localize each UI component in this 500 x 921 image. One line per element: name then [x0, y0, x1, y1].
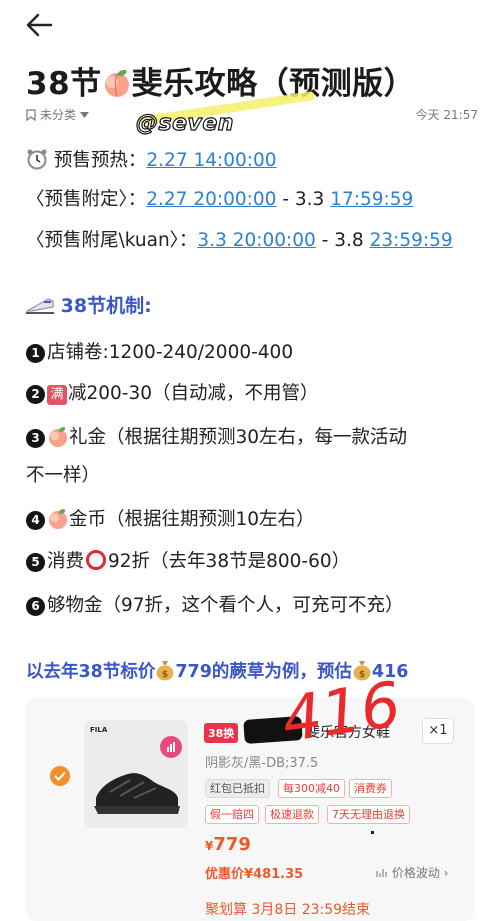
- tag-return-policy: 7天无理由退换: [327, 805, 410, 824]
- deposit-line: 〈预售附定〉：2.27 20:00:00 - 3.3 17:59:59: [26, 185, 413, 211]
- red-circle-icon: [86, 550, 107, 570]
- brand-logo: FILA: [90, 726, 108, 734]
- tag-coupon: 消费券: [349, 779, 392, 798]
- promo-price: 优惠价¥481.35: [205, 867, 304, 882]
- final-separator: - 3.8: [315, 230, 370, 251]
- selected-check-icon[interactable]: [50, 766, 70, 786]
- juhuasuan-deadline: 聚划算 3月8日 23:59结束: [205, 902, 371, 918]
- mechanism-item-text: 店铺卷:1200-240/2000-400: [47, 342, 294, 363]
- alarm-clock-icon: [27, 149, 47, 170]
- mechanism-item-3: 3 礼金（根据往期预测30左右，每一款活动: [26, 423, 407, 449]
- final-label: 〈预售附尾\kuan〉：: [26, 230, 198, 251]
- mechanism-item-text: 礼金（根据往期预测30左右，每一款活动: [69, 427, 408, 448]
- mechanism-item-4: 4 金币（根据往期预测10左右）: [26, 505, 315, 531]
- deposit-end-link[interactable]: 17:59:59: [330, 189, 413, 210]
- category-label: 未分类: [40, 108, 77, 122]
- number-badge: 4: [26, 511, 45, 530]
- product-price: ¥779: [205, 834, 251, 855]
- mechanism-item-2: 2 满减200-30（自动减，不用管）: [26, 379, 319, 405]
- number-badge: 2: [26, 385, 45, 404]
- tag-discount: 每300减40: [278, 779, 345, 798]
- number-badge: 6: [26, 597, 45, 616]
- tag-redpacket: 红包已抵扣: [205, 779, 270, 798]
- deposit-start-link[interactable]: 2.27 20:00:00: [146, 189, 276, 210]
- number-badge: 5: [26, 553, 45, 572]
- mechanism-title-text: 38节机制:: [60, 295, 152, 317]
- title-prefix: 38节: [26, 66, 102, 102]
- peach-icon: [49, 427, 67, 447]
- mechanism-item-text: 减200-30（自动减，不用管）: [68, 383, 319, 404]
- tag-guarantee: 假一赔四: [205, 805, 259, 824]
- man-badge-icon: 满: [47, 385, 67, 405]
- peach-icon: [104, 69, 129, 97]
- deposit-separator: - 3.3: [276, 189, 331, 210]
- mechanism-title: 38节机制:: [26, 291, 152, 318]
- back-arrow-icon[interactable]: [24, 10, 54, 40]
- deposit-label: 〈预售附定〉：: [26, 189, 147, 210]
- mechanism-item-text: 92折（去年38节是800-60）: [108, 551, 351, 572]
- tag-fast-refund: 极速退款: [265, 805, 319, 824]
- bookmark-icon: [26, 108, 36, 121]
- warmup-line: 预售预热：2.27 14:00:00: [26, 146, 277, 172]
- number-badge: 3: [26, 429, 45, 448]
- mechanism-item-text: 不一样）: [26, 465, 101, 486]
- warmup-label: 预售预热：: [53, 150, 147, 171]
- final-line: 〈预售附尾\kuan〉：3.3 20:00:00 - 3.8 23:59:59: [26, 226, 453, 252]
- peach-icon: [49, 509, 67, 529]
- warmup-time-link[interactable]: 2.27 14:00:00: [146, 150, 276, 171]
- sneaker-icon: [94, 773, 180, 814]
- svg-text:$: $: [162, 670, 168, 680]
- trend-icon: [376, 869, 387, 877]
- final-end-link[interactable]: 23:59:59: [370, 230, 453, 251]
- video-badge-icon: [160, 736, 182, 758]
- promo-badge: 38换: [204, 723, 239, 743]
- example-text-1: 以去年38节标价: [26, 662, 156, 682]
- number-badge: 1: [26, 344, 45, 363]
- caret-down-icon: [80, 111, 90, 118]
- mechanism-item-5: 5 消费 92折（去年38节是800-60）: [26, 547, 350, 573]
- mechanism-item-text: 金币（根据往期预测10左右）: [69, 509, 315, 530]
- mechanism-item-3-cont: 不一样）: [26, 461, 100, 487]
- price-trend-label: 价格波动: [391, 866, 440, 880]
- handwritten-annotation: 416: [278, 672, 405, 750]
- mechanism-item-6: 6 够物金（97折，这个看个人，可充可不充）: [26, 591, 404, 617]
- mechanism-item-text: 消费: [47, 551, 85, 572]
- note-time: 今天 21:57: [415, 108, 478, 122]
- train-icon: [26, 298, 54, 314]
- handwritten-416: 416: [278, 672, 405, 750]
- mechanism-item-text: 够物金（97折，这个看个人，可充可不充）: [47, 595, 404, 616]
- watermark-text: @seven: [135, 110, 234, 136]
- dot-mark: [371, 831, 374, 834]
- category-selector[interactable]: 未分类: [26, 106, 90, 123]
- chevron-right-icon: ›: [443, 866, 449, 880]
- price-value: 779: [213, 834, 251, 855]
- product-variant[interactable]: 阴影灰/黑-DB;37.5: [205, 752, 318, 771]
- final-start-link[interactable]: 3.3 20:00:00: [197, 230, 315, 251]
- price-trend-link[interactable]: 价格波动 ›: [376, 864, 448, 881]
- mechanism-item-1: 1 店铺卷:1200-240/2000-400: [26, 338, 293, 364]
- money-bag-icon: $: [156, 661, 174, 681]
- product-image[interactable]: FILA: [84, 720, 188, 828]
- quantity-box[interactable]: ×1: [422, 718, 454, 744]
